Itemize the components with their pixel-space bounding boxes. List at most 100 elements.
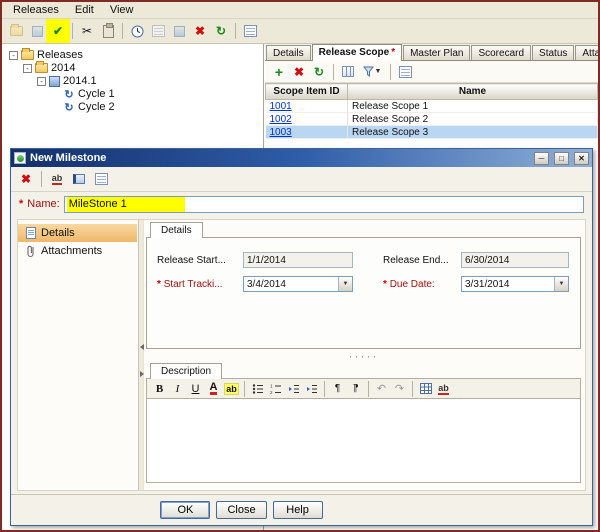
sidebar-item-attachments[interactable]: Attachments <box>18 242 137 260</box>
tab-release-scope[interactable]: Release Scope* <box>312 44 403 61</box>
description-editor-toolbar: B I U A ab 12 <box>146 378 581 399</box>
bold-button[interactable]: B <box>151 380 168 397</box>
scope-item-id-link[interactable]: 1003 <box>270 127 292 138</box>
collapse-icon[interactable]: - <box>9 51 18 60</box>
left-to-right-button[interactable]: ¶ <box>329 380 346 397</box>
close-button[interactable]: Close <box>216 501 266 519</box>
table-row-selected[interactable]: 1003 Release Scope 3 <box>266 126 598 139</box>
chevron-down-icon[interactable]: ▼ <box>338 277 352 291</box>
tree-node-cycle-2[interactable]: ↻ Cycle 2 <box>63 101 263 113</box>
description-section: Description B I U A ab 12 <box>146 363 581 483</box>
menu-edit[interactable]: Edit <box>67 3 102 18</box>
copy-url-button[interactable] <box>148 21 168 41</box>
spell-check-button[interactable]: ab <box>47 169 67 189</box>
toolbar-separator <box>41 171 42 187</box>
new-release-button[interactable] <box>27 21 47 41</box>
paste-button[interactable] <box>98 21 118 41</box>
toolbar-separator <box>333 64 334 80</box>
tab-scorecard[interactable]: Scorecard <box>471 45 531 60</box>
set-filter-button[interactable]: ▼ <box>359 63 385 81</box>
dialog-title-bar[interactable]: New Milestone ─ □ ✕ <box>11 149 592 167</box>
tree-node-2014[interactable]: - 2014 <box>23 62 263 74</box>
italic-button[interactable]: I <box>169 380 186 397</box>
tree-node-2014-1[interactable]: - 2014.1 <box>37 75 263 87</box>
refresh-scope-button[interactable]: ↻ <box>310 63 328 81</box>
increase-indent-button[interactable] <box>303 380 320 397</box>
thesaurus-button[interactable] <box>69 169 89 189</box>
add-scope-item-button[interactable]: + <box>270 63 288 81</box>
delete-icon: ✖ <box>294 65 304 79</box>
select-columns-button[interactable] <box>339 63 357 81</box>
toolbar-separator <box>72 23 73 39</box>
scope-item-id-link[interactable]: 1002 <box>270 114 292 125</box>
tab-status[interactable]: Status <box>532 45 574 60</box>
sidebar-splitter[interactable] <box>138 220 144 490</box>
select-columns-icon <box>342 66 354 77</box>
main-toolbar: ✔ ✂ ✖ ↻ <box>2 19 598 44</box>
table-row[interactable]: 1002 Release Scope 2 <box>266 113 598 126</box>
column-header-scope-item-id[interactable]: Scope Item ID <box>266 84 348 100</box>
minimize-button[interactable]: ─ <box>534 152 549 165</box>
font-color-button[interactable]: A <box>205 380 222 397</box>
tab-label: Status <box>539 48 567 59</box>
favorites-button[interactable] <box>169 21 189 41</box>
tree-node-releases[interactable]: - Releases <box>9 49 263 61</box>
milestone-name-input[interactable]: MileStone 1 <box>64 196 584 213</box>
highlight-icon: ab <box>224 383 239 395</box>
tree-node-cycle-1[interactable]: ↻ Cycle 1 <box>63 88 263 100</box>
maximize-button[interactable]: □ <box>554 152 569 165</box>
due-date-dropdown[interactable]: 3/31/2014 ▼ <box>461 276 569 292</box>
required-marker: * <box>19 198 23 210</box>
new-milestone-button[interactable]: ✔ <box>48 21 68 41</box>
collapse-icon[interactable]: - <box>37 77 46 86</box>
timeline-button[interactable] <box>127 21 147 41</box>
spelling-options-button[interactable] <box>91 169 111 189</box>
dialog-sidebar: Details Attachments <box>18 224 137 490</box>
tree-node-label: Cycle 1 <box>78 88 115 100</box>
decrease-indent-button[interactable] <box>285 380 302 397</box>
sidebar-item-details[interactable]: Details <box>18 224 137 242</box>
scope-details-button[interactable] <box>396 63 414 81</box>
tab-master-plan[interactable]: Master Plan <box>403 45 470 60</box>
collapse-icon[interactable]: - <box>23 64 32 73</box>
horizontal-splitter[interactable]: ····· <box>146 351 581 363</box>
clear-fields-button[interactable]: ✖ <box>16 169 36 189</box>
delete-scope-item-button[interactable]: ✖ <box>290 63 308 81</box>
details-page-tab[interactable]: Details <box>150 222 203 238</box>
table-row[interactable]: 1001 Release Scope 1 <box>266 100 598 113</box>
start-tracking-dropdown[interactable]: 3/4/2014 ▼ <box>243 276 353 292</box>
bullet-list-button[interactable] <box>249 380 266 397</box>
menu-view[interactable]: View <box>102 3 142 18</box>
close-button[interactable]: ✕ <box>574 152 589 165</box>
toolbar-separator <box>324 381 325 397</box>
delete-button[interactable]: ✖ <box>190 21 210 41</box>
report-button[interactable] <box>240 21 260 41</box>
chevron-down-icon[interactable]: ▼ <box>554 277 568 291</box>
tab-attachments[interactable]: Attachments <box>575 45 600 60</box>
tree-node-label: 2014.1 <box>63 75 97 87</box>
menu-releases[interactable]: Releases <box>5 3 67 18</box>
scope-item-id-link[interactable]: 1001 <box>270 101 292 112</box>
numbered-list-button[interactable]: 12 <box>267 380 284 397</box>
help-button[interactable]: Help <box>273 501 323 519</box>
spelling-options-icon <box>95 173 108 185</box>
right-to-left-button[interactable]: ¶ <box>347 380 364 397</box>
refresh-all-button[interactable]: ↻ <box>211 21 231 41</box>
description-page-tab[interactable]: Description <box>150 363 222 379</box>
numbered-list-icon: 12 <box>270 383 282 395</box>
ok-button[interactable]: OK <box>160 501 210 519</box>
column-header-name[interactable]: Name <box>348 84 598 100</box>
cut-button[interactable]: ✂ <box>77 21 97 41</box>
releases-root-folder-icon <box>21 50 34 60</box>
description-editor-area[interactable] <box>146 399 581 483</box>
highlight-button[interactable]: ab <box>223 380 240 397</box>
new-release-folder-button[interactable] <box>6 21 26 41</box>
redo-button[interactable]: ↷ <box>391 380 408 397</box>
underline-button[interactable]: U <box>187 380 204 397</box>
insert-table-button[interactable] <box>417 380 434 397</box>
menu-bar: Releases Edit View <box>2 2 598 19</box>
tab-details[interactable]: Details <box>266 45 311 60</box>
undo-button[interactable]: ↶ <box>373 380 390 397</box>
scope-item-name: Release Scope 2 <box>348 113 598 126</box>
editor-spell-check-button[interactable]: ab <box>435 380 452 397</box>
